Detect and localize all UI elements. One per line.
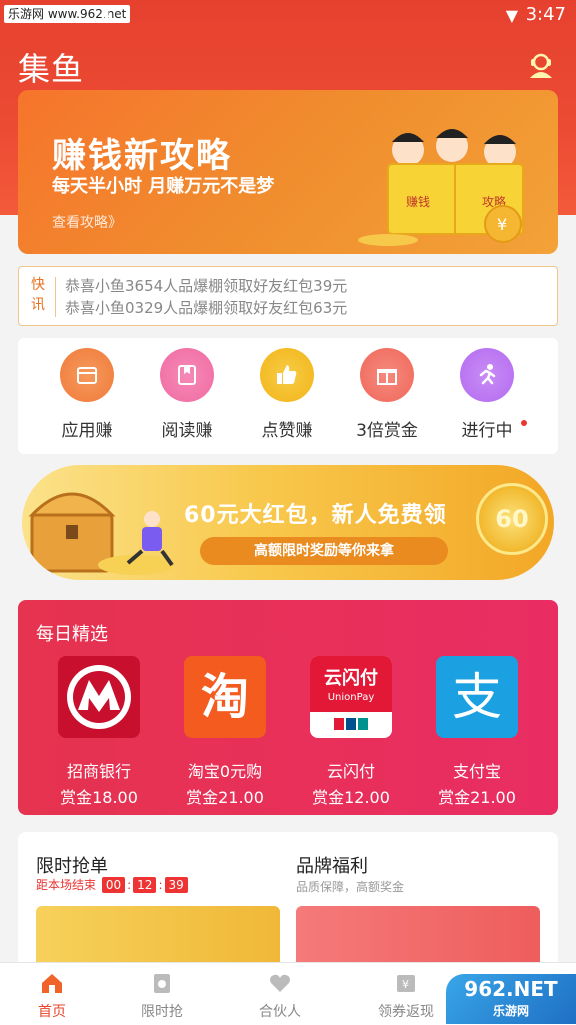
book-icon xyxy=(160,348,214,402)
news-ticker[interactable]: 快讯 恭喜小鱼3654人品爆棚领取好友红包39元 恭喜小鱼0329人品爆棚领取好… xyxy=(18,266,558,326)
heart-icon xyxy=(268,971,292,995)
svg-text:¥: ¥ xyxy=(402,978,409,991)
watermark-small: 乐游网 xyxy=(492,1004,529,1018)
unionpay-logo-icon: 云闪付 UnionPay xyxy=(310,656,392,738)
watermark-big: 962.NET xyxy=(464,977,558,1001)
promo-pill: 高额限时奖励等你来拿 xyxy=(200,537,448,565)
coupon-icon: ¥ xyxy=(394,971,418,995)
running-icon xyxy=(460,348,514,402)
tab-home[interactable]: 首页 xyxy=(4,971,100,1021)
customer-service-icon[interactable] xyxy=(526,50,556,80)
taobao-logo-icon: 淘 xyxy=(184,656,266,738)
category-grid: 应用赚 阅读赚 点赞赚 3倍赏金 进行中 xyxy=(18,338,558,454)
notification-dot xyxy=(521,420,527,426)
bag-icon xyxy=(150,971,174,995)
tab-label: 首页 xyxy=(38,1004,66,1020)
pick-cmb[interactable]: 招商银行 赏金18.00 xyxy=(36,656,162,808)
pick-name: 招商银行 xyxy=(66,762,131,781)
promo-title: 60元大红包，新人免费领 xyxy=(184,503,447,528)
countdown: 距本场结束 00:12:39 xyxy=(36,876,190,893)
gift-icon xyxy=(360,348,414,402)
category-label: 阅读赚 xyxy=(161,421,213,441)
pick-name: 淘宝0元购 xyxy=(187,762,263,781)
category-label: 3倍赏金 xyxy=(356,421,418,441)
category-label: 应用赚 xyxy=(61,421,113,441)
tab-label: 限时抢 xyxy=(141,1004,183,1020)
wifi-icon: ▼ xyxy=(505,6,518,25)
app-title: 集鱼 xyxy=(18,50,85,88)
view-strategy-link[interactable]: 查看攻略》 xyxy=(52,212,122,232)
coin-60-icon: 60 xyxy=(476,483,548,555)
alipay-logo-icon: 支 xyxy=(436,656,518,738)
box-icon xyxy=(60,348,114,402)
countdown-hours: 00 xyxy=(101,877,126,893)
strategy-banner[interactable]: 赚钱新攻略 每天半小时 月赚万元不是梦 查看攻略》 赚钱 攻略 ¥ xyxy=(18,90,558,254)
unionpay-cn-text: 云闪付 xyxy=(324,668,378,689)
site-watermark: 962.NET 乐游网 xyxy=(446,974,576,1024)
pick-unionpay[interactable]: 云闪付 UnionPay 云闪付 赏金12.00 xyxy=(288,656,414,808)
brand-welfare-subtitle: 品质保障，高额奖金 xyxy=(296,880,405,894)
ticker-line: 恭喜小鱼0329人品爆棚领取好友红包63元 xyxy=(65,299,348,317)
pick-reward: 赏金12.00 xyxy=(312,788,390,807)
category-app-earn[interactable]: 应用赚 xyxy=(37,348,137,441)
tab-partner[interactable]: 合伙人 xyxy=(232,971,328,1021)
countdown-label: 距本场结束 xyxy=(36,878,97,892)
deals-section: 限时抢单 距本场结束 00:12:39 品牌福利 品质保障，高额奖金 xyxy=(18,832,558,982)
thumbs-up-icon xyxy=(260,348,314,402)
treasure-chest-illustration xyxy=(28,492,174,575)
tab-label: 领券返现 xyxy=(378,1004,434,1020)
pick-reward: 赏金18.00 xyxy=(60,788,138,807)
banner-title: 赚钱新攻略 xyxy=(52,136,232,176)
ticker-line: 恭喜小鱼3654人品爆棚领取好友红包39元 xyxy=(65,277,348,295)
daily-picks-panel: 每日精选 招商银行 赏金18.00 淘 淘宝0元购 赏金21.00 云闪付 Un… xyxy=(18,600,558,815)
category-triple-bounty[interactable]: 3倍赏金 xyxy=(337,348,437,441)
daily-picks-title: 每日精选 xyxy=(36,624,108,645)
cmb-logo-icon xyxy=(58,656,140,738)
clock: 3:47 xyxy=(525,4,566,25)
pick-reward: 赏金21.00 xyxy=(186,788,264,807)
pick-name: 云闪付 xyxy=(326,762,375,781)
countdown-seconds: 39 xyxy=(164,877,188,893)
pick-name: 支付宝 xyxy=(452,762,501,781)
alipay-glyph: 支 xyxy=(452,668,502,726)
category-label: 点赞赚 xyxy=(261,421,313,441)
pick-taobao[interactable]: 淘 淘宝0元购 赏金21.00 xyxy=(162,656,288,808)
status-bar: 乐游网 www.962.net ⬇ ▼ 3:47 xyxy=(0,0,576,30)
taobao-glyph: 淘 xyxy=(200,669,249,725)
category-in-progress[interactable]: 进行中 xyxy=(437,348,537,441)
download-icon: ⬇ xyxy=(100,4,114,23)
tab-flash-sale[interactable]: 限时抢 xyxy=(114,971,210,1021)
book-left-label: 赚钱 xyxy=(406,194,430,209)
home-icon xyxy=(40,971,64,995)
tab-label: 合伙人 xyxy=(259,1004,301,1020)
unionpay-en-text: UnionPay xyxy=(327,692,375,703)
reading-people-illustration: 赚钱 攻略 ¥ xyxy=(358,129,524,246)
category-read-earn[interactable]: 阅读赚 xyxy=(137,348,237,441)
countdown-minutes: 12 xyxy=(133,877,157,893)
ticker-tag: 快讯 xyxy=(31,277,45,313)
newcomer-red-packet-banner[interactable]: 60元大红包，新人免费领 高额限时奖励等你来拿 60 xyxy=(22,465,554,580)
banner-subtitle: 每天半小时 月赚万元不是梦 xyxy=(52,176,275,197)
brand-welfare-title: 品牌福利 xyxy=(296,856,368,877)
tab-coupon-cashback[interactable]: ¥ 领券返现 xyxy=(358,971,454,1021)
svg-text:¥: ¥ xyxy=(497,215,507,234)
flash-sale-title: 限时抢单 xyxy=(36,856,108,877)
pick-alipay[interactable]: 支 支付宝 赏金21.00 xyxy=(414,656,540,808)
category-like-earn[interactable]: 点赞赚 xyxy=(237,348,337,441)
pick-reward: 赏金21.00 xyxy=(438,788,516,807)
ticker-divider xyxy=(55,277,56,317)
